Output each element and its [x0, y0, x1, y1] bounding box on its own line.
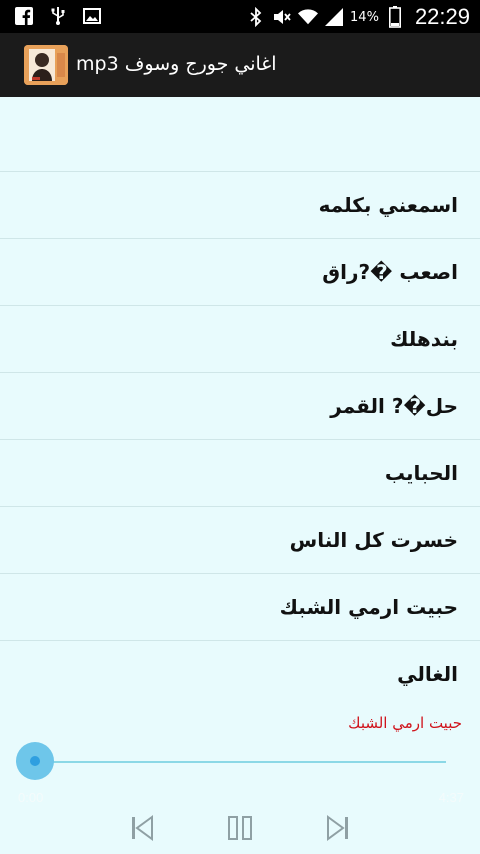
clock: 22:29	[414, 4, 470, 29]
song-title: خسرت كل الناس	[289, 528, 458, 552]
song-title: حل�? القمر	[330, 394, 458, 418]
song-item[interactable]: حبيت ارمي الشبك	[0, 573, 480, 640]
song-item[interactable]: حل�? القمر	[0, 372, 480, 439]
seek-bar[interactable]	[36, 761, 446, 763]
song-title: الغالي	[397, 662, 458, 686]
next-icon	[326, 815, 350, 845]
app-icon[interactable]	[24, 45, 68, 85]
elapsed-time: 0:00	[18, 790, 44, 805]
battery-icon	[385, 6, 405, 28]
previous-icon	[130, 815, 154, 845]
bluetooth-icon	[246, 7, 266, 27]
status-bar: 14% 22:29	[0, 0, 480, 33]
now-playing-title: حبيت ارمي الشبك	[348, 714, 462, 732]
app-title: اغاني جورج وسوف mp3	[76, 53, 277, 75]
mute-icon	[272, 7, 292, 27]
song-title: بندهلك	[390, 327, 458, 351]
usb-icon	[48, 6, 68, 26]
system-status: 14% 22:29	[246, 4, 470, 30]
song-title: اصعب �?راق	[322, 260, 458, 284]
song-list: اسمعني بكلمه اصعب �?راق بندهلك حل�? القم…	[0, 171, 480, 707]
action-bar: اغاني جورج وسوف mp3	[0, 33, 480, 97]
pause-button[interactable]	[222, 812, 258, 848]
song-item[interactable]: خسرت كل الناس	[0, 506, 480, 573]
notification-icons	[14, 6, 102, 26]
seek-thumb[interactable]	[16, 742, 54, 780]
song-item[interactable]: اصعب �?راق	[0, 238, 480, 305]
next-button[interactable]	[320, 812, 356, 848]
wifi-icon	[298, 7, 319, 27]
player-controls	[0, 812, 480, 848]
song-title: حبيت ارمي الشبك	[279, 595, 458, 619]
facebook-icon	[14, 6, 34, 26]
image-icon	[82, 6, 102, 26]
song-item[interactable]: بندهلك	[0, 305, 480, 372]
previous-button[interactable]	[124, 812, 160, 848]
song-item[interactable]: الحبايب	[0, 439, 480, 506]
song-title: الحبايب	[384, 461, 458, 485]
pause-icon	[227, 815, 253, 845]
battery-percent: 14%	[350, 9, 379, 25]
total-time: 4:37	[438, 790, 464, 805]
signal-icon	[324, 7, 344, 27]
song-item[interactable]: اسمعني بكلمه	[0, 171, 480, 238]
song-title: اسمعني بكلمه	[318, 193, 458, 217]
song-item[interactable]: الغالي	[0, 640, 480, 707]
